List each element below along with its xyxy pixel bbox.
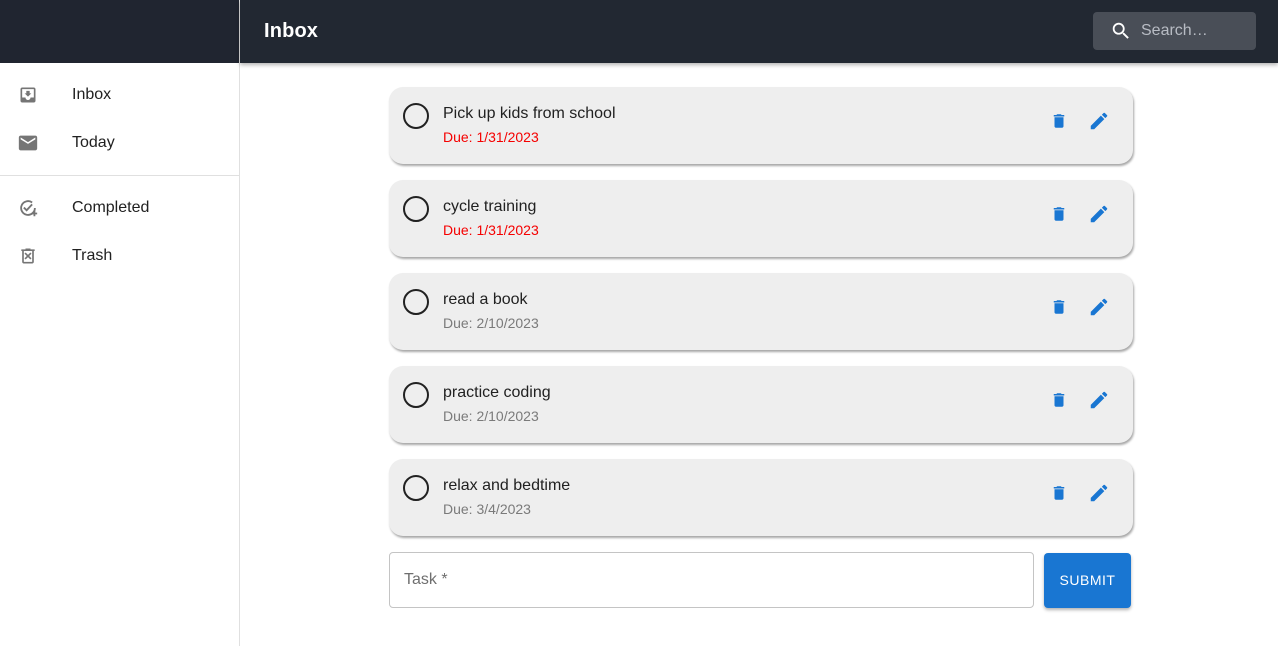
task-input-wrapper [389,552,1034,608]
complete-task-checkbox[interactable] [403,196,429,222]
inbox-icon [16,83,40,107]
edit-task-button[interactable] [1087,481,1111,505]
delete-task-button[interactable] [1047,202,1071,226]
task-actions [1047,481,1111,505]
task-card: practice coding Due: 2/10/2023 [389,366,1133,443]
task-due-date: Due: 2/10/2023 [443,315,539,331]
task-actions [1047,109,1111,133]
sidebar-item-today[interactable]: Today [0,119,239,167]
sidebar-item-label: Completed [72,199,150,216]
complete-task-checkbox[interactable] [403,475,429,501]
task-title: read a book [443,291,528,308]
sidebar-primary-nav: Inbox Today [0,63,239,175]
pencil-icon [1090,298,1108,316]
delete-icon [1053,207,1065,221]
task-actions [1047,295,1111,319]
pencil-icon [1090,112,1108,130]
edit-task-button[interactable] [1087,388,1111,412]
task-list-area: Pick up kids from school Due: 1/31/2023 … [389,87,1133,608]
search-box[interactable] [1093,12,1256,50]
pencil-icon [1090,205,1108,223]
check-circle-icon [16,196,40,220]
page-title: Inbox [264,20,319,42]
sidebar-item-label: Today [72,134,115,151]
search-input[interactable] [1141,22,1251,40]
edit-task-button[interactable] [1087,295,1111,319]
complete-task-checkbox[interactable] [403,289,429,315]
task-due-date: Due: 3/4/2023 [443,501,531,517]
task-due-date: Due: 1/31/2023 [443,129,539,145]
task-card: Pick up kids from school Due: 1/31/2023 [389,87,1133,164]
complete-task-checkbox[interactable] [403,103,429,129]
sidebar-item-inbox[interactable]: Inbox [0,71,239,119]
task-actions [1047,202,1111,226]
delete-task-button[interactable] [1047,109,1071,133]
delete-icon [1053,393,1065,407]
sidebar-item-trash[interactable]: Trash [0,232,239,280]
task-title: relax and bedtime [443,477,571,494]
pencil-icon [1090,484,1108,502]
task-list: Pick up kids from school Due: 1/31/2023 … [389,87,1133,536]
delete-task-button[interactable] [1047,295,1071,319]
edit-task-button[interactable] [1087,202,1111,226]
search-icon [1109,19,1133,43]
delete-task-button[interactable] [1047,388,1071,412]
mail-icon [16,131,40,155]
sidebar-header [0,0,239,63]
edit-task-button[interactable] [1087,109,1111,133]
task-card: cycle training Due: 1/31/2023 [389,180,1133,257]
task-due-date: Due: 2/10/2023 [443,408,539,424]
task-card: relax and bedtime Due: 3/4/2023 [389,459,1133,536]
task-card: read a book Due: 2/10/2023 [389,273,1133,350]
delete-icon [1053,300,1065,314]
sidebar-item-completed[interactable]: Completed [0,184,239,232]
delete-icon [1053,486,1065,500]
sidebar-item-label: Trash [72,247,113,264]
task-input[interactable] [404,571,1033,589]
task-title: Pick up kids from school [443,105,616,122]
sidebar-secondary-nav: Completed Trash [0,176,239,288]
delete-icon [1053,114,1065,128]
submit-button[interactable]: SUBMIT [1044,552,1131,608]
complete-task-checkbox[interactable] [403,382,429,408]
trash-icon [16,244,40,268]
pencil-icon [1090,391,1108,409]
sidebar: Inbox Today Completed Trash [0,0,240,646]
add-task-form: SUBMIT [389,552,1133,608]
task-title: cycle training [443,198,537,215]
sidebar-item-label: Inbox [72,86,112,103]
app-bar: Inbox [240,0,1278,63]
task-actions [1047,388,1111,412]
delete-task-button[interactable] [1047,481,1071,505]
task-due-date: Due: 1/31/2023 [443,222,539,238]
task-title: practice coding [443,384,551,401]
